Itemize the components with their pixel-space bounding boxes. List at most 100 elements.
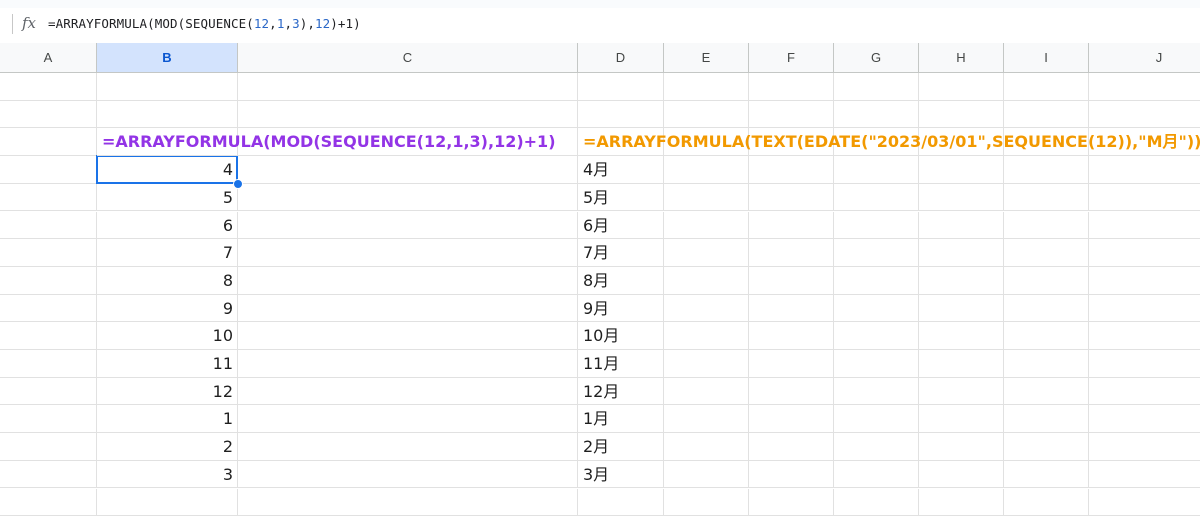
cell-f13[interactable] bbox=[749, 405, 834, 433]
cell-b12[interactable]: 12 bbox=[97, 378, 238, 406]
cell-i13[interactable] bbox=[1004, 405, 1089, 433]
cell-f11[interactable] bbox=[749, 350, 834, 378]
cell-a3[interactable] bbox=[0, 128, 97, 156]
cell-j14[interactable] bbox=[1089, 433, 1200, 461]
cell-g14[interactable] bbox=[834, 433, 919, 461]
cell-b9[interactable]: 9 bbox=[97, 295, 238, 323]
column-header-i[interactable]: I bbox=[1004, 43, 1089, 73]
cell-i6[interactable] bbox=[1004, 212, 1089, 240]
column-header-b[interactable]: B bbox=[97, 43, 238, 73]
cell-b8[interactable]: 8 bbox=[97, 267, 238, 295]
column-header-h[interactable]: H bbox=[919, 43, 1004, 73]
cell-e14[interactable] bbox=[664, 433, 749, 461]
cell-g1[interactable] bbox=[834, 73, 919, 101]
cell-h10[interactable] bbox=[919, 322, 1004, 350]
cell-h15[interactable] bbox=[919, 461, 1004, 489]
cell-a13[interactable] bbox=[0, 405, 97, 433]
cell-g5[interactable] bbox=[834, 184, 919, 212]
cell-d7[interactable]: 7月 bbox=[578, 239, 664, 267]
column-header-g[interactable]: G bbox=[834, 43, 919, 73]
formula-input[interactable]: =ARRAYFORMULA(MOD(SEQUENCE(12,1,3),12)+1… bbox=[48, 16, 361, 31]
cell-h2[interactable] bbox=[919, 101, 1004, 129]
cell-b10[interactable]: 10 bbox=[97, 322, 238, 350]
cell-h12[interactable] bbox=[919, 378, 1004, 406]
cell-h9[interactable] bbox=[919, 295, 1004, 323]
cell-g7[interactable] bbox=[834, 239, 919, 267]
cell-c16[interactable] bbox=[238, 489, 578, 516]
cell-c8[interactable] bbox=[238, 267, 578, 295]
cell-d10[interactable]: 10月 bbox=[578, 322, 664, 350]
spreadsheet-grid[interactable]: ABCDEFGHIJ=ARRAYFORMULA(MOD(SEQUENCE(12,… bbox=[0, 43, 1200, 490]
cell-c1[interactable] bbox=[238, 73, 578, 101]
cell-b4[interactable]: 4 bbox=[97, 156, 238, 184]
cell-e11[interactable] bbox=[664, 350, 749, 378]
cell-a16[interactable] bbox=[0, 489, 97, 516]
cell-i15[interactable] bbox=[1004, 461, 1089, 489]
cell-d4[interactable]: 4月 bbox=[578, 156, 664, 184]
cell-e16[interactable] bbox=[664, 489, 749, 516]
cell-a11[interactable] bbox=[0, 350, 97, 378]
cell-d15[interactable]: 3月 bbox=[578, 461, 664, 489]
cell-j12[interactable] bbox=[1089, 378, 1200, 406]
cell-c14[interactable] bbox=[238, 433, 578, 461]
cell-e1[interactable] bbox=[664, 73, 749, 101]
column-header-a[interactable]: A bbox=[0, 43, 97, 73]
cell-a1[interactable] bbox=[0, 73, 97, 101]
cell-c2[interactable] bbox=[238, 101, 578, 129]
cell-j11[interactable] bbox=[1089, 350, 1200, 378]
cell-b7[interactable]: 7 bbox=[97, 239, 238, 267]
cell-h14[interactable] bbox=[919, 433, 1004, 461]
cell-c13[interactable] bbox=[238, 405, 578, 433]
cell-i10[interactable] bbox=[1004, 322, 1089, 350]
cell-g10[interactable] bbox=[834, 322, 919, 350]
column-header-e[interactable]: E bbox=[664, 43, 749, 73]
cell-g2[interactable] bbox=[834, 101, 919, 129]
cell-j1[interactable] bbox=[1089, 73, 1200, 101]
cell-h1[interactable] bbox=[919, 73, 1004, 101]
cell-j16[interactable] bbox=[1089, 489, 1200, 516]
cell-e13[interactable] bbox=[664, 405, 749, 433]
cell-c11[interactable] bbox=[238, 350, 578, 378]
cell-e5[interactable] bbox=[664, 184, 749, 212]
cell-i7[interactable] bbox=[1004, 239, 1089, 267]
cell-h11[interactable] bbox=[919, 350, 1004, 378]
cell-a4[interactable] bbox=[0, 156, 97, 184]
fill-handle[interactable] bbox=[233, 179, 243, 189]
cell-b3[interactable]: =ARRAYFORMULA(MOD(SEQUENCE(12,1,3),12)+1… bbox=[97, 128, 238, 156]
cell-f16[interactable] bbox=[749, 489, 834, 516]
cell-j7[interactable] bbox=[1089, 239, 1200, 267]
cell-e7[interactable] bbox=[664, 239, 749, 267]
cell-j15[interactable] bbox=[1089, 461, 1200, 489]
cell-j10[interactable] bbox=[1089, 322, 1200, 350]
cell-d3[interactable]: =ARRAYFORMULA(TEXT(EDATE("2023/03/01",SE… bbox=[578, 128, 664, 156]
cell-b13[interactable]: 1 bbox=[97, 405, 238, 433]
cell-c10[interactable] bbox=[238, 322, 578, 350]
cell-j6[interactable] bbox=[1089, 212, 1200, 240]
cell-j8[interactable] bbox=[1089, 267, 1200, 295]
cell-e10[interactable] bbox=[664, 322, 749, 350]
cell-b1[interactable] bbox=[97, 73, 238, 101]
cell-g11[interactable] bbox=[834, 350, 919, 378]
cell-j4[interactable] bbox=[1089, 156, 1200, 184]
cell-i11[interactable] bbox=[1004, 350, 1089, 378]
cell-f12[interactable] bbox=[749, 378, 834, 406]
cell-a14[interactable] bbox=[0, 433, 97, 461]
cell-f7[interactable] bbox=[749, 239, 834, 267]
cell-f2[interactable] bbox=[749, 101, 834, 129]
cell-j13[interactable] bbox=[1089, 405, 1200, 433]
cell-j9[interactable] bbox=[1089, 295, 1200, 323]
cell-a10[interactable] bbox=[0, 322, 97, 350]
cell-d16[interactable] bbox=[578, 489, 664, 516]
cell-a8[interactable] bbox=[0, 267, 97, 295]
cell-c7[interactable] bbox=[238, 239, 578, 267]
cell-c9[interactable] bbox=[238, 295, 578, 323]
cell-f9[interactable] bbox=[749, 295, 834, 323]
cell-a15[interactable] bbox=[0, 461, 97, 489]
cell-f15[interactable] bbox=[749, 461, 834, 489]
column-header-d[interactable]: D bbox=[578, 43, 664, 73]
cell-g6[interactable] bbox=[834, 212, 919, 240]
cell-a9[interactable] bbox=[0, 295, 97, 323]
cell-i14[interactable] bbox=[1004, 433, 1089, 461]
cell-d5[interactable]: 5月 bbox=[578, 184, 664, 212]
cell-h16[interactable] bbox=[919, 489, 1004, 516]
